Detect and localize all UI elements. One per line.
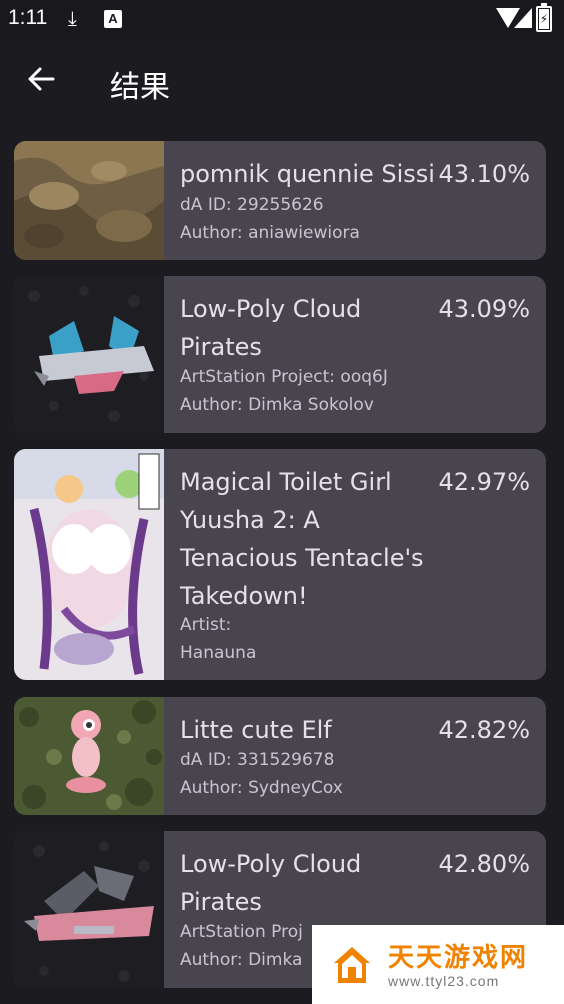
result-title: Low-Poly Cloud Pirates <box>180 850 362 916</box>
result-detail-2: Hanauna <box>180 643 257 663</box>
back-button[interactable] <box>26 64 56 98</box>
status-bar: 1:11 ⤓ A ⚡ <box>0 0 564 40</box>
result-title: Low-Poly Cloud Pirates <box>180 295 362 361</box>
result-card[interactable]: pomnik quennie Sissi 43.10% dA ID: 29255… <box>14 141 546 260</box>
result-similarity: 42.97% <box>438 468 530 496</box>
result-detail-2: Author: Dimka Sokolov <box>180 395 374 415</box>
watermark: 天天游戏网 www.ttyl23.com <box>312 925 564 1004</box>
result-thumbnail <box>14 831 164 988</box>
result-detail-1: ArtStation Project: ooq6J <box>180 367 388 387</box>
result-similarity: 42.80% <box>438 850 530 878</box>
result-thumbnail <box>14 697 164 815</box>
result-title: pomnik quennie Sissi <box>180 160 435 188</box>
result-card[interactable]: Magical Toilet Girl Yuusha 2: A Tenaciou… <box>14 449 546 680</box>
result-detail-2: Author: SydneyCox <box>180 778 343 798</box>
result-card[interactable]: Low-Poly Cloud Pirates 43.09% ArtStation… <box>14 276 546 433</box>
house-logo-icon <box>334 947 370 983</box>
result-title: Litte cute Elf <box>180 716 332 744</box>
result-detail-2: Author: Dimka <box>180 950 303 970</box>
battery-icon: ⚡ <box>536 3 552 32</box>
result-similarity: 42.82% <box>438 716 530 744</box>
download-icon: ⤓ <box>68 6 77 30</box>
result-thumbnail <box>14 449 164 680</box>
watermark-title: 天天游戏网 <box>388 943 529 973</box>
result-detail-1: dA ID: 331529678 <box>180 750 335 770</box>
result-detail-1: ArtStation Proj <box>180 922 303 942</box>
app-bar: 结果 <box>0 40 564 124</box>
status-time: 1:11 <box>8 6 48 29</box>
signal-icon <box>514 8 532 28</box>
result-thumbnail <box>14 276 164 433</box>
arrow-left-icon <box>28 67 55 91</box>
result-card[interactable]: Litte cute Elf 42.82% dA ID: 331529678 A… <box>14 697 546 815</box>
result-title: Magical Toilet Girl Yuusha 2: A Tenaciou… <box>180 468 424 610</box>
result-similarity: 43.10% <box>438 160 530 188</box>
watermark-url: www.ttyl23.com <box>388 973 500 989</box>
result-detail-2: Author: aniawiewiora <box>180 223 360 243</box>
a-badge-icon: A <box>104 10 122 28</box>
result-detail-1: Artist: <box>180 615 232 635</box>
result-detail-1: dA ID: 29255626 <box>180 195 324 215</box>
page-title: 结果 <box>110 70 170 105</box>
result-thumbnail <box>14 141 164 260</box>
result-similarity: 43.09% <box>438 295 530 323</box>
